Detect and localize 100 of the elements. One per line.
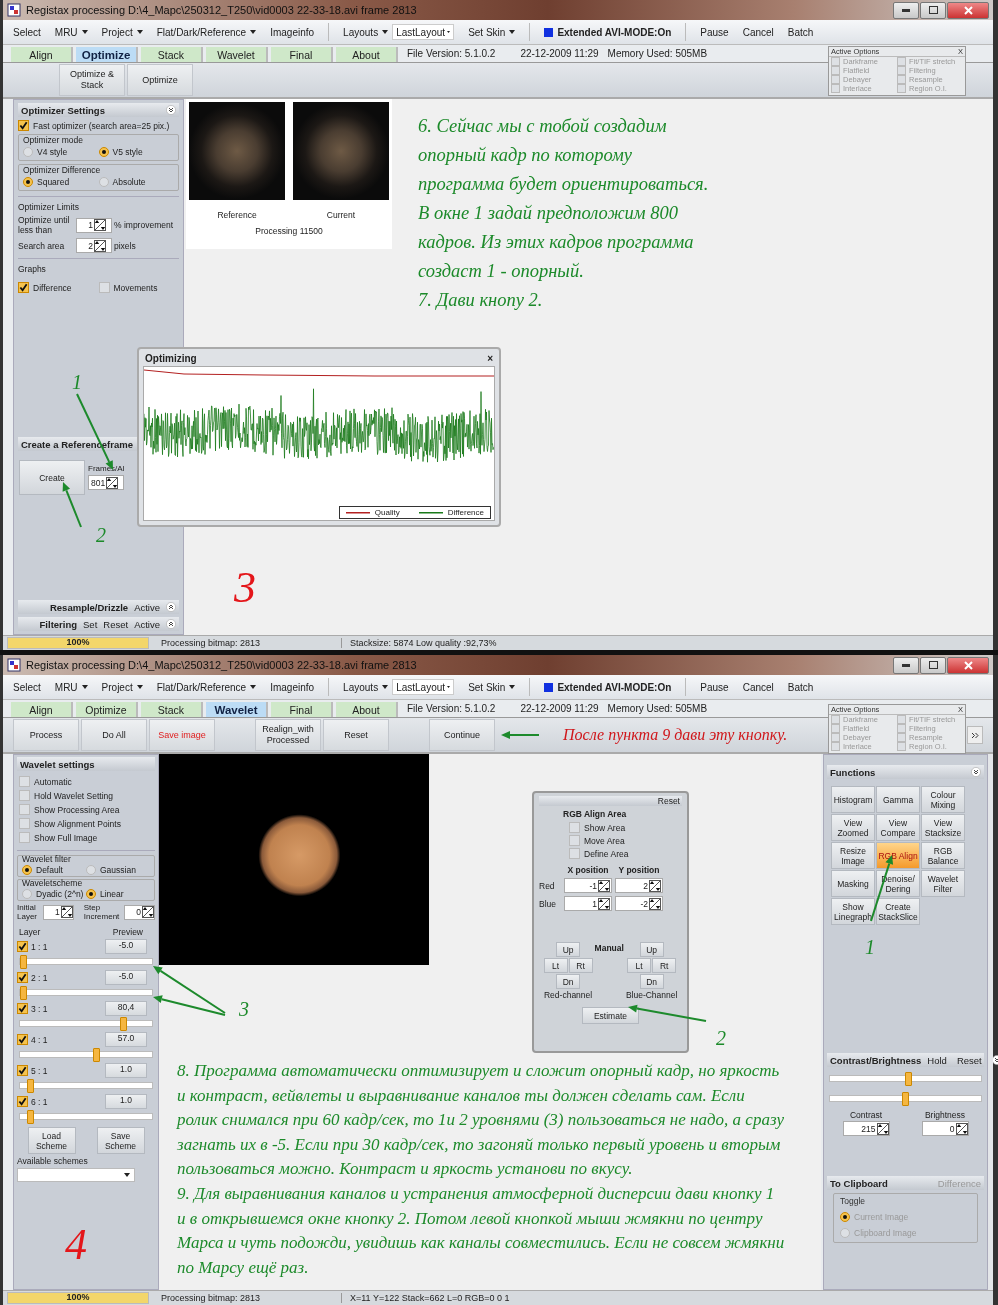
value-field[interactable]: -5.0 [105, 939, 147, 954]
slider-thumb[interactable] [120, 1017, 127, 1031]
spin-arrows-icon[interactable] [876, 1122, 889, 1135]
spin-arrows-icon[interactable] [649, 897, 661, 910]
menu-item[interactable]: Select [13, 681, 41, 693]
function-button[interactable]: View Zoomed [831, 814, 875, 841]
nudge-button[interactable]: Lt [543, 958, 568, 973]
function-button[interactable]: View Compare [876, 814, 920, 841]
checkbox[interactable] [831, 75, 840, 84]
tab[interactable]: Stack [141, 47, 203, 62]
checkbox[interactable] [831, 66, 840, 75]
estimate-button[interactable]: Estimate [582, 1007, 639, 1024]
nudge-button[interactable]: Rt [568, 958, 593, 973]
number-field[interactable]: 0 [921, 1121, 969, 1136]
function-button[interactable]: Create StackSlice [876, 898, 920, 925]
toolbar-button[interactable]: Reset [323, 719, 389, 751]
radio-button[interactable] [23, 147, 33, 157]
checkbox[interactable] [897, 75, 906, 84]
radio-button[interactable] [22, 865, 32, 875]
value-field[interactable]: -5.0 [105, 970, 147, 985]
spin-arrows-icon[interactable] [955, 1122, 968, 1135]
checkbox[interactable] [18, 120, 29, 131]
header-link[interactable]: Reset [956, 1054, 982, 1066]
value-field[interactable]: 57.0 [105, 1032, 147, 1047]
function-button[interactable]: Show Linegraph [831, 898, 875, 925]
tab[interactable]: Optimize [76, 47, 138, 62]
layout-dropdown[interactable]: LastLayout [392, 24, 455, 40]
scheme-dropdown[interactable] [17, 1168, 135, 1182]
spin-arrows-icon[interactable] [598, 897, 610, 910]
menu-item[interactable]: Select [13, 26, 41, 38]
tab[interactable]: Final [271, 702, 333, 717]
radio-button[interactable] [23, 177, 33, 187]
slider-thumb[interactable] [902, 1092, 909, 1106]
close-button[interactable] [947, 1, 989, 19]
function-button[interactable]: Resize Image [831, 842, 875, 869]
collapse-icon[interactable] [166, 602, 176, 612]
menu-item[interactable]: Layouts [343, 26, 389, 38]
radio-button[interactable] [98, 177, 109, 187]
function-button[interactable]: Masking [831, 870, 875, 897]
toolbar-button[interactable]: Continue [429, 719, 495, 751]
menu-item[interactable]: Flat/Dark/Reference [156, 26, 257, 38]
number-field[interactable]: -2 [615, 896, 663, 911]
maximize-button[interactable] [920, 1, 946, 19]
toolbar-button[interactable]: Optimize & Stack [59, 64, 125, 96]
nudge-button[interactable]: Rt [652, 958, 677, 973]
nudge-button[interactable]: Up [639, 942, 664, 957]
scheme-button[interactable]: Save Scheme [96, 1127, 145, 1154]
checkbox[interactable] [897, 724, 906, 733]
function-button[interactable]: Wavelet Filter [921, 870, 965, 897]
checkbox[interactable] [831, 733, 840, 742]
checkbox[interactable] [897, 733, 906, 742]
menu-item[interactable]: Imageinfo [270, 681, 315, 693]
checkbox[interactable] [17, 1034, 28, 1045]
close-button[interactable] [947, 656, 989, 674]
toolbar-button[interactable]: Optimize [127, 64, 193, 96]
number-field[interactable]: 1 [42, 904, 74, 920]
tab[interactable]: Align [11, 47, 73, 62]
tab[interactable]: Stack [141, 702, 203, 717]
checkbox[interactable] [831, 742, 840, 751]
radio-button[interactable] [86, 865, 96, 875]
menu-item[interactable]: Batch [787, 681, 814, 693]
menu-item[interactable]: Project [101, 681, 143, 693]
checkbox[interactable] [897, 84, 906, 93]
checkbox[interactable] [897, 66, 906, 75]
menu-item[interactable]: MRU [54, 26, 88, 38]
avi-mode-toggle[interactable]: Extended AVI-MODE:On [544, 26, 672, 38]
checkbox[interactable] [98, 282, 110, 293]
toolbar-button[interactable]: Realign_with Processed [255, 719, 321, 751]
toolbar-button[interactable]: Process [13, 719, 79, 751]
checkbox[interactable] [569, 848, 580, 859]
checkbox[interactable] [19, 804, 30, 815]
number-field[interactable]: 1 [76, 217, 112, 233]
checkbox[interactable] [19, 818, 30, 829]
value-field[interactable]: 80,4 [105, 1001, 147, 1016]
menu-item[interactable]: Imageinfo [270, 26, 315, 38]
header-link[interactable]: Set [83, 618, 98, 630]
collapse-icon[interactable] [166, 619, 176, 629]
checkbox[interactable] [569, 822, 580, 833]
menu-item[interactable]: MRU [54, 681, 88, 693]
menu-item[interactable]: Layouts [343, 681, 389, 693]
checkbox[interactable] [19, 832, 30, 843]
radio-button[interactable] [22, 889, 32, 899]
nudge-button[interactable]: Dn [639, 974, 664, 989]
checkbox[interactable] [19, 790, 30, 801]
reset-link[interactable]: Reset [539, 796, 682, 806]
menu-item[interactable]: Set Skin [468, 26, 516, 38]
number-field[interactable]: 2 [76, 238, 112, 253]
slider-thumb[interactable] [20, 986, 27, 1000]
header-link[interactable]: Hold [927, 1054, 947, 1066]
nudge-button[interactable]: Lt [627, 958, 652, 973]
spin-arrows-icon[interactable] [598, 879, 610, 892]
number-field[interactable]: 1 [564, 896, 612, 911]
number-field[interactable]: 2 [615, 878, 663, 893]
function-button[interactable]: Histogram [831, 786, 875, 813]
checkbox[interactable] [17, 941, 28, 952]
menu-item[interactable]: Cancel [742, 26, 774, 38]
checkbox[interactable] [17, 1065, 28, 1076]
checkbox[interactable] [831, 724, 840, 733]
minimize-button[interactable] [893, 656, 919, 674]
checkbox[interactable] [831, 57, 840, 66]
